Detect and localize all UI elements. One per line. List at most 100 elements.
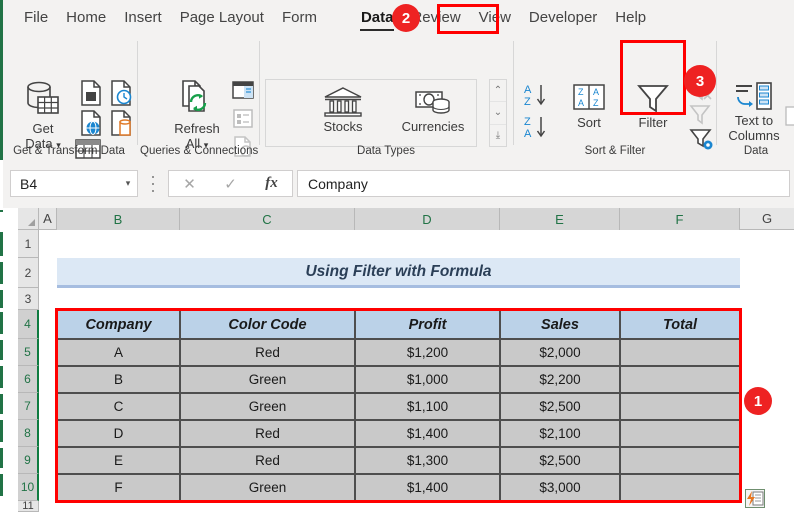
table-row[interactable]: B — [57, 366, 180, 393]
row-header-4[interactable]: 4 — [18, 310, 39, 339]
table-header-company[interactable]: Company — [57, 310, 180, 339]
title-banner-cell[interactable]: Using Filter with Formula — [57, 258, 740, 288]
filter-button[interactable]: Filter — [624, 81, 682, 130]
row-header-3[interactable]: 3 — [18, 288, 39, 310]
text-to-columns-button[interactable]: Text to Columns — [722, 81, 786, 143]
sort-ascending-button[interactable]: A Z — [522, 81, 554, 114]
table-row[interactable]: F — [57, 474, 180, 501]
sort-button[interactable]: Z A A Z Sort — [563, 81, 615, 130]
row-header-11[interactable]: 11 — [18, 500, 39, 512]
text-to-columns-icon — [736, 82, 772, 110]
insert-function-icon[interactable]: fx — [265, 175, 278, 192]
table-row[interactable]: Red — [180, 447, 355, 474]
table-row[interactable]: $1,400 — [355, 474, 500, 501]
table-row[interactable]: $2,500 — [500, 447, 620, 474]
column-header-B[interactable]: B — [57, 208, 180, 230]
from-text-csv-button[interactable] — [78, 79, 104, 112]
text-to-columns-label-line2: Columns — [728, 128, 780, 143]
gallery-more-icon[interactable]: ⤓ — [490, 123, 506, 146]
sort-descending-button[interactable]: Z A — [522, 113, 554, 146]
name-box[interactable]: B4 ▾ — [10, 170, 138, 197]
table-row[interactable]: $1,400 — [355, 420, 500, 447]
column-header-G[interactable]: G — [740, 208, 794, 230]
table-row[interactable]: Red — [180, 339, 355, 366]
table-row[interactable]: C — [57, 393, 180, 420]
row-header-1[interactable]: 1 — [18, 230, 39, 258]
table-row[interactable]: $2,500 — [500, 393, 620, 420]
row-header-10[interactable]: 10 — [18, 474, 39, 501]
svg-text:A: A — [524, 84, 532, 96]
column-header-E[interactable]: E — [500, 208, 620, 230]
tab-developer[interactable]: Developer — [520, 0, 606, 35]
column-header-A[interactable]: A — [39, 208, 57, 230]
table-row[interactable] — [620, 393, 740, 420]
tab-formulas[interactable]: Form — [273, 0, 326, 35]
table-row[interactable]: D — [57, 420, 180, 447]
refresh-all-button[interactable]: Refresh All ▾ — [166, 77, 228, 153]
column-header-F[interactable]: F — [620, 208, 740, 230]
table-row[interactable] — [620, 474, 740, 501]
get-data-icon — [27, 81, 59, 114]
row-header-9[interactable]: 9 — [18, 447, 39, 474]
row-header-5[interactable]: 5 — [18, 339, 39, 366]
currencies-button[interactable]: Currencies — [390, 85, 476, 134]
table-row[interactable]: $2,100 — [500, 420, 620, 447]
formula-bar-drag-handle[interactable] — [148, 176, 158, 192]
row-header-7[interactable]: 7 — [18, 393, 39, 420]
table-row[interactable]: $2,000 — [500, 339, 620, 366]
gallery-scroll-up-icon[interactable]: ⌃ — [490, 80, 506, 101]
table-row[interactable]: $1,300 — [355, 447, 500, 474]
tab-insert[interactable]: Insert — [115, 0, 171, 35]
table-row[interactable]: Green — [180, 474, 355, 501]
table-row[interactable]: $1,200 — [355, 339, 500, 366]
table-row[interactable]: Green — [180, 393, 355, 420]
tab-home[interactable]: Home — [57, 0, 115, 35]
tab-help-label: Help — [615, 9, 647, 26]
cancel-icon[interactable]: ✕ — [183, 175, 196, 193]
table-header-color-code[interactable]: Color Code — [180, 310, 355, 339]
table-row[interactable]: E — [57, 447, 180, 474]
gallery-scroll-down-icon[interactable]: ⌄ — [490, 101, 506, 123]
row-header-6[interactable]: 6 — [18, 366, 39, 393]
tab-view[interactable]: View — [470, 0, 520, 35]
table-row[interactable]: $3,000 — [500, 474, 620, 501]
get-data-button[interactable]: Get Data ▾ — [12, 77, 74, 153]
sort-za-icon: Z A — [524, 116, 546, 140]
group-label-get-transform: Get & Transform Data — [13, 145, 125, 157]
row-header-8[interactable]: 8 — [18, 420, 39, 447]
stocks-button[interactable]: Stocks — [300, 85, 386, 134]
tab-page-layout[interactable]: Page Layout — [171, 0, 273, 35]
table-row[interactable]: $1,000 — [355, 366, 500, 393]
sort-az-icon: A Z — [524, 84, 546, 108]
row-header-2[interactable]: 2 — [18, 258, 39, 288]
formula-input[interactable]: Company — [297, 170, 790, 197]
table-header-profit[interactable]: Profit — [355, 310, 500, 339]
column-header-C[interactable]: C — [180, 208, 355, 230]
table-row[interactable]: $2,200 — [500, 366, 620, 393]
enter-icon[interactable]: ✓ — [224, 175, 237, 193]
table-row[interactable]: Red — [180, 420, 355, 447]
table-row[interactable] — [620, 420, 740, 447]
queries-connections-button[interactable] — [230, 79, 256, 108]
table-row[interactable]: A — [57, 339, 180, 366]
recent-sources-button[interactable] — [108, 79, 134, 112]
column-header-D[interactable]: D — [355, 208, 500, 230]
svg-text:Z: Z — [578, 87, 584, 97]
table-row[interactable] — [620, 366, 740, 393]
tab-help[interactable]: Help — [606, 0, 655, 35]
table-row[interactable]: $1,100 — [355, 393, 500, 420]
table-header-sales[interactable]: Sales — [500, 310, 620, 339]
name-box-chevron-down-icon[interactable]: ▾ — [119, 178, 137, 189]
from-table-range-button[interactable] — [108, 109, 134, 142]
tab-file[interactable]: File — [0, 0, 57, 35]
data-types-scroll-controls[interactable]: ⌃ ⌄ ⤓ — [489, 79, 507, 147]
table-header-total[interactable]: Total — [620, 310, 740, 339]
tab-view-label: View — [478, 9, 511, 26]
group-label-queries-connections: Queries & Connections — [140, 145, 259, 157]
select-all-corner[interactable] — [18, 208, 39, 230]
flash-fill-icon — [785, 106, 794, 126]
table-row[interactable] — [620, 447, 740, 474]
table-row[interactable]: Green — [180, 366, 355, 393]
quick-analysis-button[interactable] — [745, 489, 765, 508]
table-row[interactable] — [620, 339, 740, 366]
